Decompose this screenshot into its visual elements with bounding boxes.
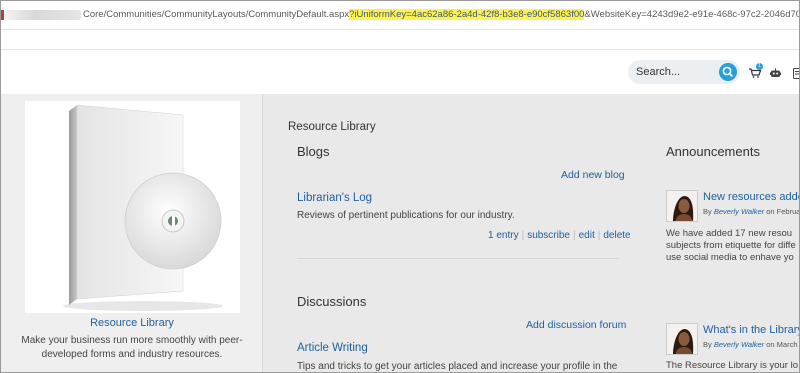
announcement-body-line: We have added 17 new resou [666, 228, 793, 239]
announcement-title-link[interactable]: What's in the Library [703, 324, 799, 336]
blog-edit-link[interactable]: edit [579, 230, 595, 241]
section-divider [297, 258, 619, 259]
blogs-heading: Blogs [297, 144, 330, 159]
community-description: Make your business run more smoothly wit… [21, 335, 243, 360]
separator: | [521, 230, 525, 241]
author-avatar [666, 190, 698, 222]
discussion-title-link[interactable]: Article Writing [297, 342, 368, 354]
blog-actions: 1 entry | subscribe | edit | delete [488, 230, 631, 241]
author-photo [667, 324, 697, 354]
announcement-byline: By Beverly Walker on Februa [703, 207, 800, 216]
announcement-body-line: use social media to enhave yo [666, 252, 794, 263]
community-sidebar: Resource Library Make your business run … [1, 94, 263, 372]
address-bar[interactable]: Core/Communities/CommunityLayouts/Commun… [1, 1, 799, 29]
blog-title-link[interactable]: Librarian's Log [297, 192, 372, 204]
browser-window: Core/Communities/CommunityLayouts/Commun… [0, 0, 800, 373]
add-discussion-forum-link[interactable]: Add discussion forum [526, 319, 626, 331]
community-title-link[interactable]: Resource Library [1, 317, 263, 329]
bot-icon[interactable] [770, 68, 781, 78]
announcement-byline: By Beverly Walker on March [703, 340, 798, 349]
announcement-title-link[interactable]: New resources added [703, 191, 799, 203]
announcement-body-line: subjects from etiquette for diffe [666, 240, 796, 251]
url-text[interactable]: Core/Communities/CommunityLayouts/Commun… [83, 9, 799, 20]
blog-description: Reviews of pertinent publications for ou… [297, 210, 515, 221]
search-input[interactable] [636, 64, 716, 80]
resource-library-image [25, 101, 240, 313]
divider [1, 29, 799, 30]
author-link[interactable]: Beverly Walker [714, 207, 764, 216]
announcement-item: What's in the Library By Beverly Walker … [666, 323, 799, 372]
byline-prefix: By [703, 207, 712, 216]
discussion-description: Tips and tricks to get your articles pla… [297, 361, 618, 372]
announcement-item: New resources added By Beverly Walker on… [666, 190, 800, 270]
cart-count-badge: 1 [756, 63, 763, 70]
separator: | [573, 230, 576, 241]
url-path: Core/Communities/CommunityLayouts/Commun… [83, 9, 350, 20]
page-title: Resource Library [288, 121, 376, 133]
url-scheme-marker [1, 10, 4, 20]
dvd-case-image [63, 104, 223, 311]
separator: | [597, 230, 601, 241]
author-photo [667, 191, 697, 221]
blog-delete-link[interactable]: delete [603, 230, 630, 241]
url-redacted-host [5, 10, 81, 20]
search-button[interactable] [719, 63, 737, 81]
discussions-heading: Discussions [297, 294, 367, 309]
add-new-blog-link[interactable]: Add new blog [561, 169, 625, 181]
byline-date: on March [766, 340, 798, 349]
account-icon[interactable] [793, 68, 800, 79]
byline-date: on Februa [766, 207, 800, 216]
blog-subscribe-link[interactable]: subscribe [527, 230, 570, 241]
url-query: &WebsiteKey=4243d9e2-e91e-468c-97c2-2046… [584, 9, 799, 20]
page-content: Resource Library Make your business run … [1, 94, 800, 372]
site-header: 1 [1, 50, 800, 94]
url-highlighted-key: ?iUniformKey=4ac62a86-2a4d-42f8-b3e8-e90… [349, 9, 585, 20]
byline-prefix: By [703, 340, 712, 349]
author-link[interactable]: Beverly Walker [714, 340, 764, 349]
announcement-body-line: The Resource Library is your lo [666, 360, 798, 371]
announcements-heading: Announcements [666, 144, 760, 159]
search-icon [722, 66, 733, 77]
search-box [628, 60, 740, 84]
blog-entries-link[interactable]: 1 entry [488, 230, 519, 241]
author-avatar [666, 323, 698, 355]
